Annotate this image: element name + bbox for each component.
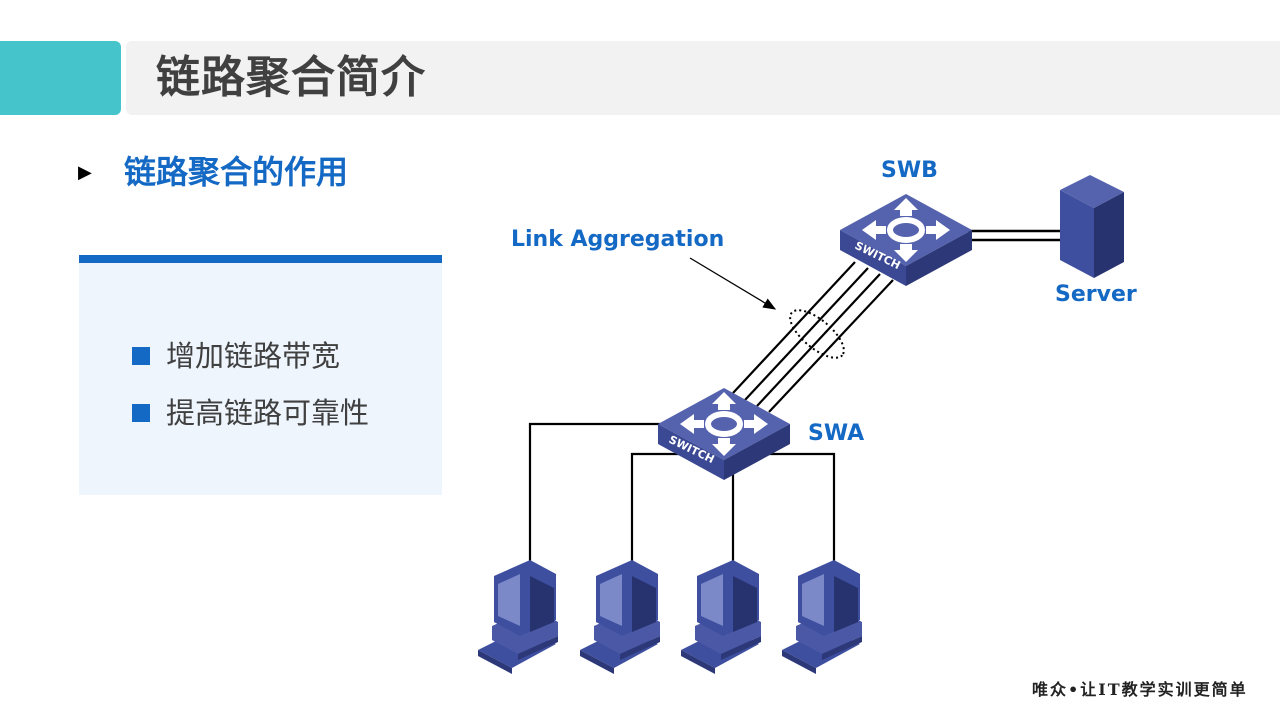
pc-icon [580, 560, 660, 674]
switch-swa-icon: SWITCH [658, 388, 790, 480]
switch-swb-icon: SWITCH [840, 194, 972, 286]
swb-label: SWB [881, 158, 938, 183]
aggregated-link [768, 279, 894, 413]
pc-link [630, 452, 680, 580]
annotation-arrow [689, 257, 777, 310]
footer-slogan: 唯众•让IT教学实训更简单 [1032, 680, 1248, 699]
swa-label: SWA [808, 421, 865, 446]
pc-link [760, 452, 836, 580]
server-label: Server [1055, 282, 1137, 307]
aggregated-link [756, 273, 881, 407]
link-aggregation-label: Link Aggregation [511, 227, 725, 252]
pc-icon [681, 560, 761, 674]
pc-icon [478, 560, 558, 674]
network-diagram: SWITCH SWITCH [478, 175, 1124, 674]
server-icon [1060, 175, 1124, 278]
aggregated-link [744, 267, 869, 401]
pc-icon [782, 560, 862, 674]
aggregated-links [732, 261, 894, 413]
